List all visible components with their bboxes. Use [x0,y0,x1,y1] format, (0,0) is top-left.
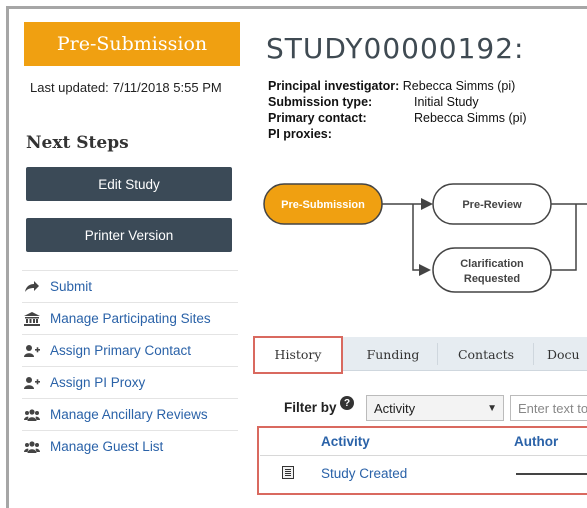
proxies-label: PI proxies: [268,127,332,141]
add-user-icon [22,344,50,358]
group-icon [22,440,50,454]
edit-study-button[interactable]: Edit Study [26,167,232,201]
action-assign-primary-contact[interactable]: Assign Primary Contact [22,334,238,366]
action-manage-ancillary-reviews[interactable]: Manage Ancillary Reviews [22,398,238,430]
help-icon[interactable]: ? [340,396,354,410]
action-label: Assign Primary Contact [50,343,192,358]
filter-select-value: Activity [374,400,416,416]
action-label: Submit [50,279,93,294]
pi-row: Principal investigator: Rebecca Simms (p… [268,78,527,94]
action-label: Assign PI Proxy [50,375,146,390]
proxies-row: PI proxies: [268,126,527,142]
tab-documents[interactable]: Docu [539,337,587,371]
tab-contacts[interactable]: Contacts [441,337,531,371]
filter-text-input[interactable] [510,395,587,421]
workflow-label-pre-review: Pre-Review [462,199,522,211]
actions-list: Submit Manage Participating Sites Assign… [22,270,238,462]
page-title: STUDY00000192: [266,32,525,65]
workflow-arrow [551,204,577,271]
history-table-highlight [257,426,587,495]
add-user-icon [22,376,50,390]
tab-separator [533,343,534,365]
type-label: Submission type: [268,95,373,109]
chevron-down-icon: ▼ [487,403,497,414]
status-badge: Pre-Submission [24,22,240,66]
arrow-right-icon [22,280,50,294]
action-manage-guest-list[interactable]: Manage Guest List [22,430,238,462]
history-tab-highlight [253,336,343,374]
workflow-state-clarification-requested [432,247,552,293]
tab-separator [437,343,438,365]
action-manage-participating-sites[interactable]: Manage Participating Sites [22,302,238,334]
workflow-arrow [412,204,431,276]
pi-label: Principal investigator: [268,79,400,93]
filter-label: Filter by [284,400,337,415]
action-submit[interactable]: Submit [22,270,238,302]
contact-value: Rebecca Simms (pi) [414,111,527,125]
last-updated: Last updated: 7/11/2018 5:55 PM [26,80,222,95]
last-updated-label: Last updated: [30,80,109,95]
contact-row: Primary contact: Rebecca Simms (pi) [268,110,527,126]
printer-version-button[interactable]: Printer Version [26,218,232,252]
filter-select[interactable]: Activity ▼ [366,395,504,421]
contact-label: Primary contact: [268,111,367,125]
action-label: Manage Guest List [50,439,164,454]
workflow-label-pre-submission: Pre-Submission [281,199,365,211]
workflow-label-requested: Requested [464,273,520,285]
group-icon [22,408,50,422]
action-label: Manage Participating Sites [50,311,211,326]
workflow-label-clarification: Clarification [460,258,524,270]
study-details: Principal investigator: Rebecca Simms (p… [268,78,527,142]
type-row: Submission type: Initial Study [268,94,527,110]
workflow-diagram: Pre-Submission Pre-Review Clarification … [263,183,587,293]
type-value: Initial Study [414,95,479,109]
tab-funding[interactable]: Funding [351,337,435,371]
last-updated-value: 7/11/2018 5:55 PM [112,80,222,95]
institution-icon [22,311,50,326]
action-assign-pi-proxy[interactable]: Assign PI Proxy [22,366,238,398]
next-steps-heading: Next Steps [26,133,129,153]
pi-value: Rebecca Simms (pi) [402,79,516,93]
action-label: Manage Ancillary Reviews [50,407,208,422]
